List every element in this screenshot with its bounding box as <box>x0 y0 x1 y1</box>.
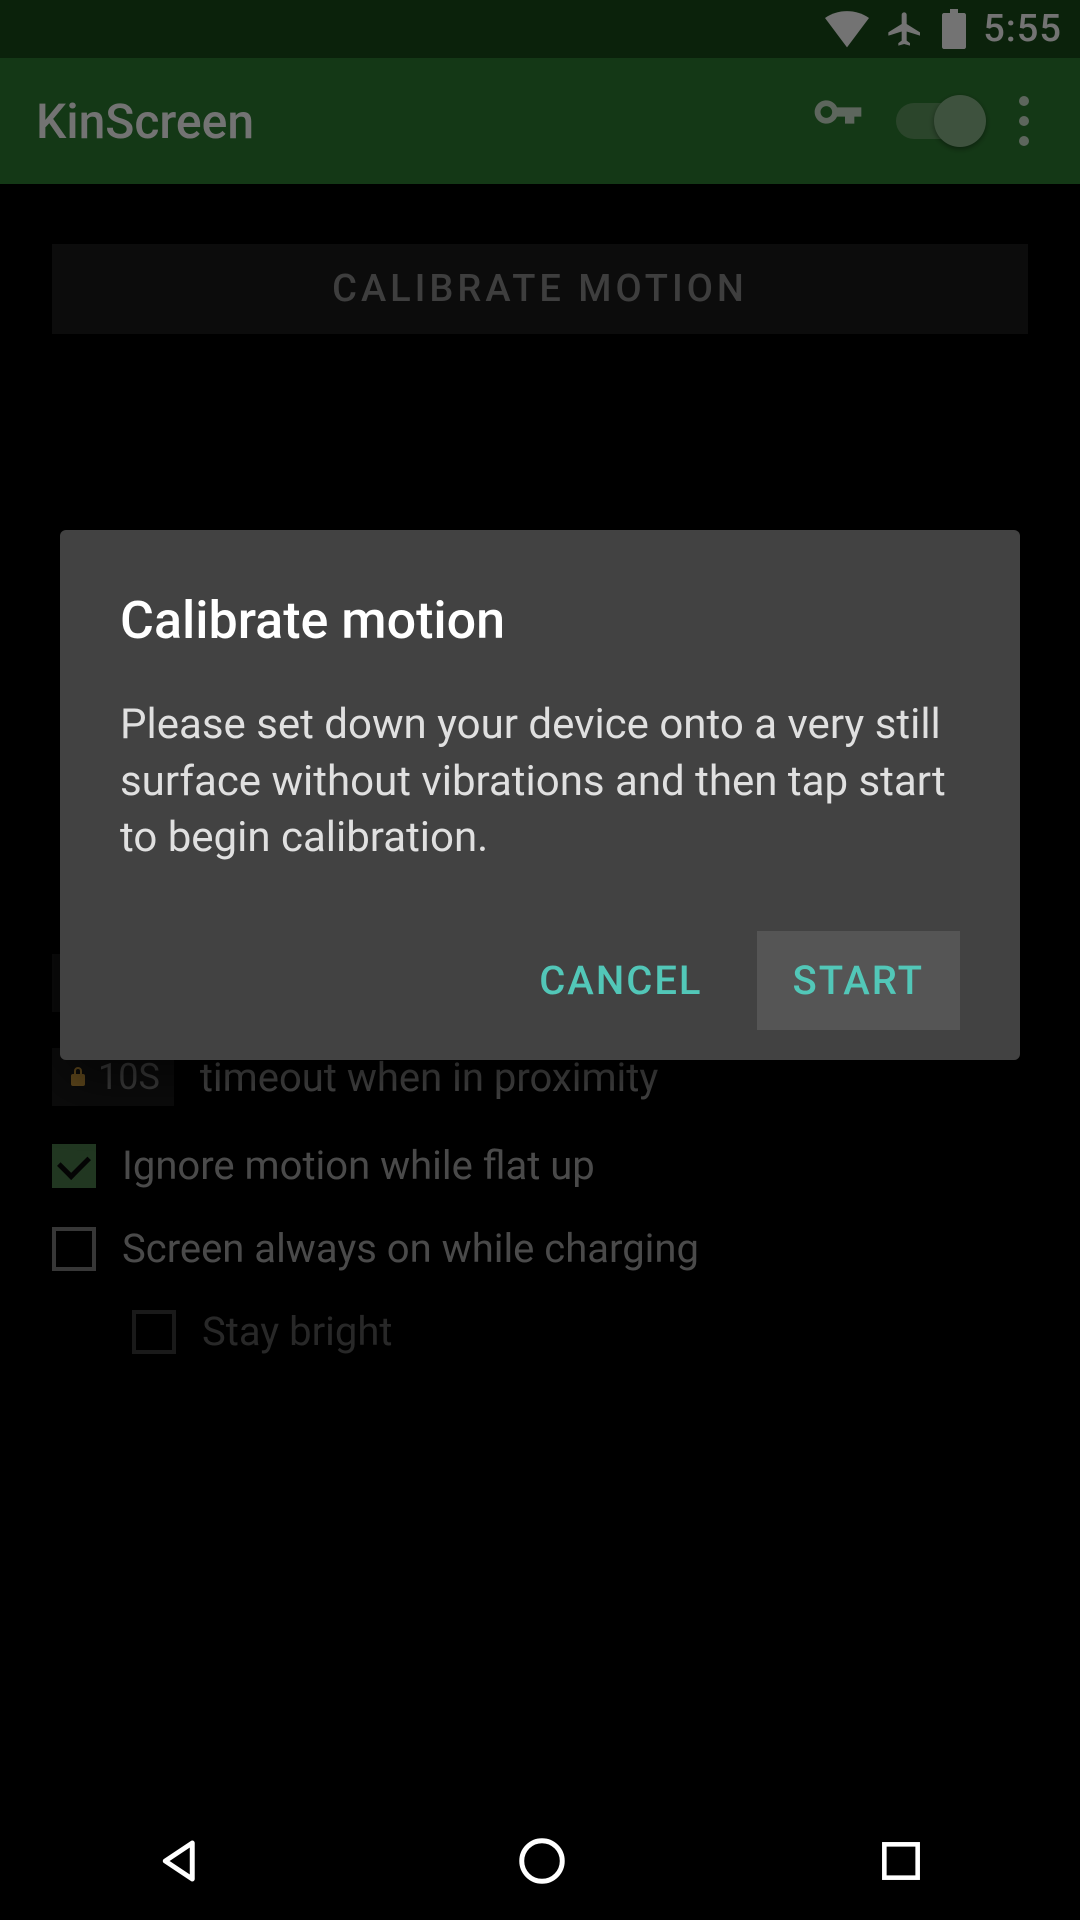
calibrate-dialog: Calibrate motion Please set down your de… <box>60 530 1020 1060</box>
dialog-title: Calibrate motion <box>120 590 960 651</box>
home-button[interactable] <box>515 1834 569 1888</box>
dialog-actions: CANCEL START <box>120 931 960 1030</box>
cancel-button[interactable]: CANCEL <box>503 931 738 1030</box>
navigation-bar <box>0 1802 1080 1920</box>
screen: 5:55 KinScreen CALIBRATE MOTION 20S time… <box>0 0 1080 1920</box>
dialog-body: Please set down your device onto a very … <box>120 697 960 867</box>
start-button[interactable]: START <box>757 931 960 1030</box>
recents-button[interactable] <box>876 1836 926 1886</box>
back-button[interactable] <box>154 1834 208 1888</box>
